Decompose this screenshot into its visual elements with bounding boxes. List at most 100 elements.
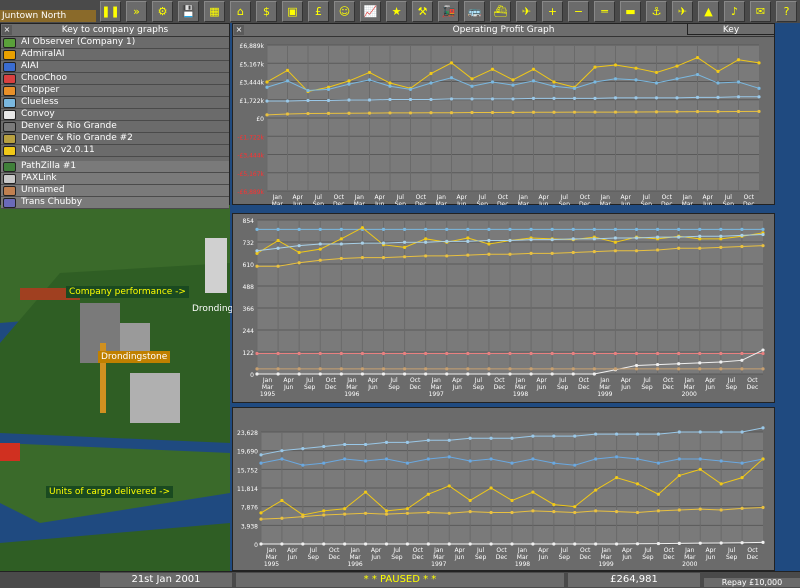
pause-icon[interactable]: ❚❚ — [100, 1, 121, 22]
x-tick-label: Jun — [705, 384, 716, 391]
company-color-swatch — [3, 109, 16, 120]
aircraft-icon[interactable]: ✈ — [516, 1, 537, 22]
company-key-item[interactable]: Clueless — [1, 97, 229, 109]
town-icon[interactable]: ⌂ — [230, 1, 251, 22]
subsidies-icon[interactable]: $ — [256, 1, 277, 22]
zoom-out-icon[interactable]: − — [568, 1, 589, 22]
data-point — [297, 250, 301, 255]
data-point — [592, 227, 596, 232]
company-key-item[interactable]: PathZilla #1 — [1, 161, 229, 173]
data-point — [613, 249, 618, 253]
data-point — [571, 250, 575, 255]
data-point — [402, 255, 407, 259]
key-button[interactable]: Key — [687, 23, 775, 35]
performance-window: 854 732 610 488 366 244 122 0 Jan Mar 1995 Apr Jun Ju… — [232, 213, 775, 403]
league-icon[interactable]: ★ — [386, 1, 407, 22]
x-tick-label: Apr — [621, 194, 632, 201]
company-performance-label[interactable]: Company performance -> — [66, 286, 189, 298]
data-point — [550, 251, 554, 255]
ships-icon[interactable]: ⛴ — [490, 1, 511, 22]
data-point — [322, 509, 326, 513]
build-airport-icon[interactable]: ✈ — [672, 1, 693, 22]
x-tick-label: Jan — [600, 194, 610, 201]
x-tick-label: Jun — [705, 554, 716, 561]
data-point — [675, 64, 679, 68]
zoom-in-icon[interactable]: + — [542, 1, 563, 22]
settings-icon[interactable]: ⚙ — [152, 1, 173, 22]
trains-icon[interactable]: 🚂 — [438, 1, 459, 22]
data-point — [695, 72, 700, 77]
data-point — [736, 95, 741, 99]
data-point — [487, 351, 491, 356]
data-point — [719, 541, 723, 545]
news-icon[interactable]: ✉ — [750, 1, 771, 22]
map-icon[interactable]: ▦ — [204, 1, 225, 22]
help-icon[interactable]: ? — [776, 1, 797, 22]
company-key-item[interactable]: Denver & Rio Grande #2 — [1, 133, 229, 145]
town-sign-2[interactable]: Dronding — [192, 304, 233, 314]
road-vehicles-icon[interactable]: 🚌 — [464, 1, 485, 22]
y-tick-label: 610 — [243, 262, 255, 269]
stations-icon[interactable]: ▣ — [282, 1, 303, 22]
company-key-item[interactable]: AI Observer (Company 1) — [1, 37, 229, 49]
company-key-item[interactable]: Denver & Rio Grande — [1, 121, 229, 133]
company-key-item[interactable]: Trans Chubby — [1, 197, 229, 209]
data-point — [297, 372, 301, 376]
company-key-item[interactable]: AIAI — [1, 61, 229, 73]
data-point — [552, 434, 556, 438]
company-key-item[interactable]: Convoy — [1, 109, 229, 121]
company-key-item[interactable]: PAXLink — [1, 173, 229, 185]
x-tick-label: Jan — [682, 194, 692, 201]
x-tick-label: Oct — [747, 377, 758, 384]
data-point — [429, 81, 433, 85]
company-color-swatch — [3, 37, 16, 48]
build-road-icon[interactable]: ▬ — [620, 1, 641, 22]
graphs-icon[interactable]: 📈 — [360, 1, 381, 22]
x-tick-label: Jul — [392, 547, 401, 554]
x-tick-label: 1995 — [264, 561, 279, 568]
data-point — [614, 455, 619, 459]
data-point — [280, 542, 284, 546]
data-point — [592, 237, 596, 241]
repay-button[interactable]: Repay £10,000 — [704, 578, 800, 587]
x-tick-label: Jan — [262, 377, 272, 384]
company-icon[interactable]: ☺ — [334, 1, 355, 22]
key-window-titlebar[interactable]: × Key to company graphs — [1, 24, 229, 37]
x-tick-label: Jan — [266, 547, 276, 554]
data-point — [654, 81, 659, 85]
close-icon[interactable]: × — [234, 25, 244, 35]
industry-icon[interactable]: ⚒ — [412, 1, 433, 22]
fast-forward-icon[interactable]: » — [126, 1, 147, 22]
data-point — [265, 113, 269, 117]
data-point — [285, 68, 290, 72]
money-display[interactable]: £264,981 — [568, 573, 700, 587]
build-rail-icon[interactable]: ═ — [594, 1, 615, 22]
x-tick-label: Apr — [375, 194, 386, 201]
save-icon[interactable]: 💾 — [178, 1, 199, 22]
y-tick-label: £3,444k — [240, 80, 265, 87]
town-title-label: Juntown North — [0, 10, 96, 22]
close-icon[interactable]: × — [2, 25, 12, 35]
data-point — [761, 227, 765, 232]
company-key-item[interactable]: ChooChoo — [1, 73, 229, 85]
landscaping-icon[interactable]: ▲ — [698, 1, 719, 22]
music-icon[interactable]: ♪ — [724, 1, 745, 22]
x-tick-label: Jan — [433, 547, 443, 554]
data-point — [719, 234, 723, 238]
y-tick-label: 7,876 — [241, 505, 258, 512]
data-point — [761, 540, 765, 544]
data-point — [318, 227, 322, 232]
build-docks-icon[interactable]: ⚓ — [646, 1, 667, 22]
data-point — [343, 457, 347, 461]
x-tick-label: Mar — [599, 384, 611, 391]
town-sign[interactable]: Drondingstone — [98, 351, 171, 363]
company-key-item[interactable]: Unnamed — [1, 185, 229, 197]
units-cargo-label[interactable]: Units of cargo delivered -> — [46, 486, 174, 498]
company-key-item[interactable]: Chopper — [1, 85, 229, 97]
finance-icon[interactable]: £ — [308, 1, 329, 22]
data-point — [343, 442, 347, 447]
x-tick-label: Oct — [663, 377, 674, 384]
company-key-item[interactable]: NoCAB - v2.0.11 — [1, 145, 229, 157]
x-tick-label: Mar — [266, 554, 278, 561]
company-key-item[interactable]: AdmiralAI — [1, 49, 229, 61]
